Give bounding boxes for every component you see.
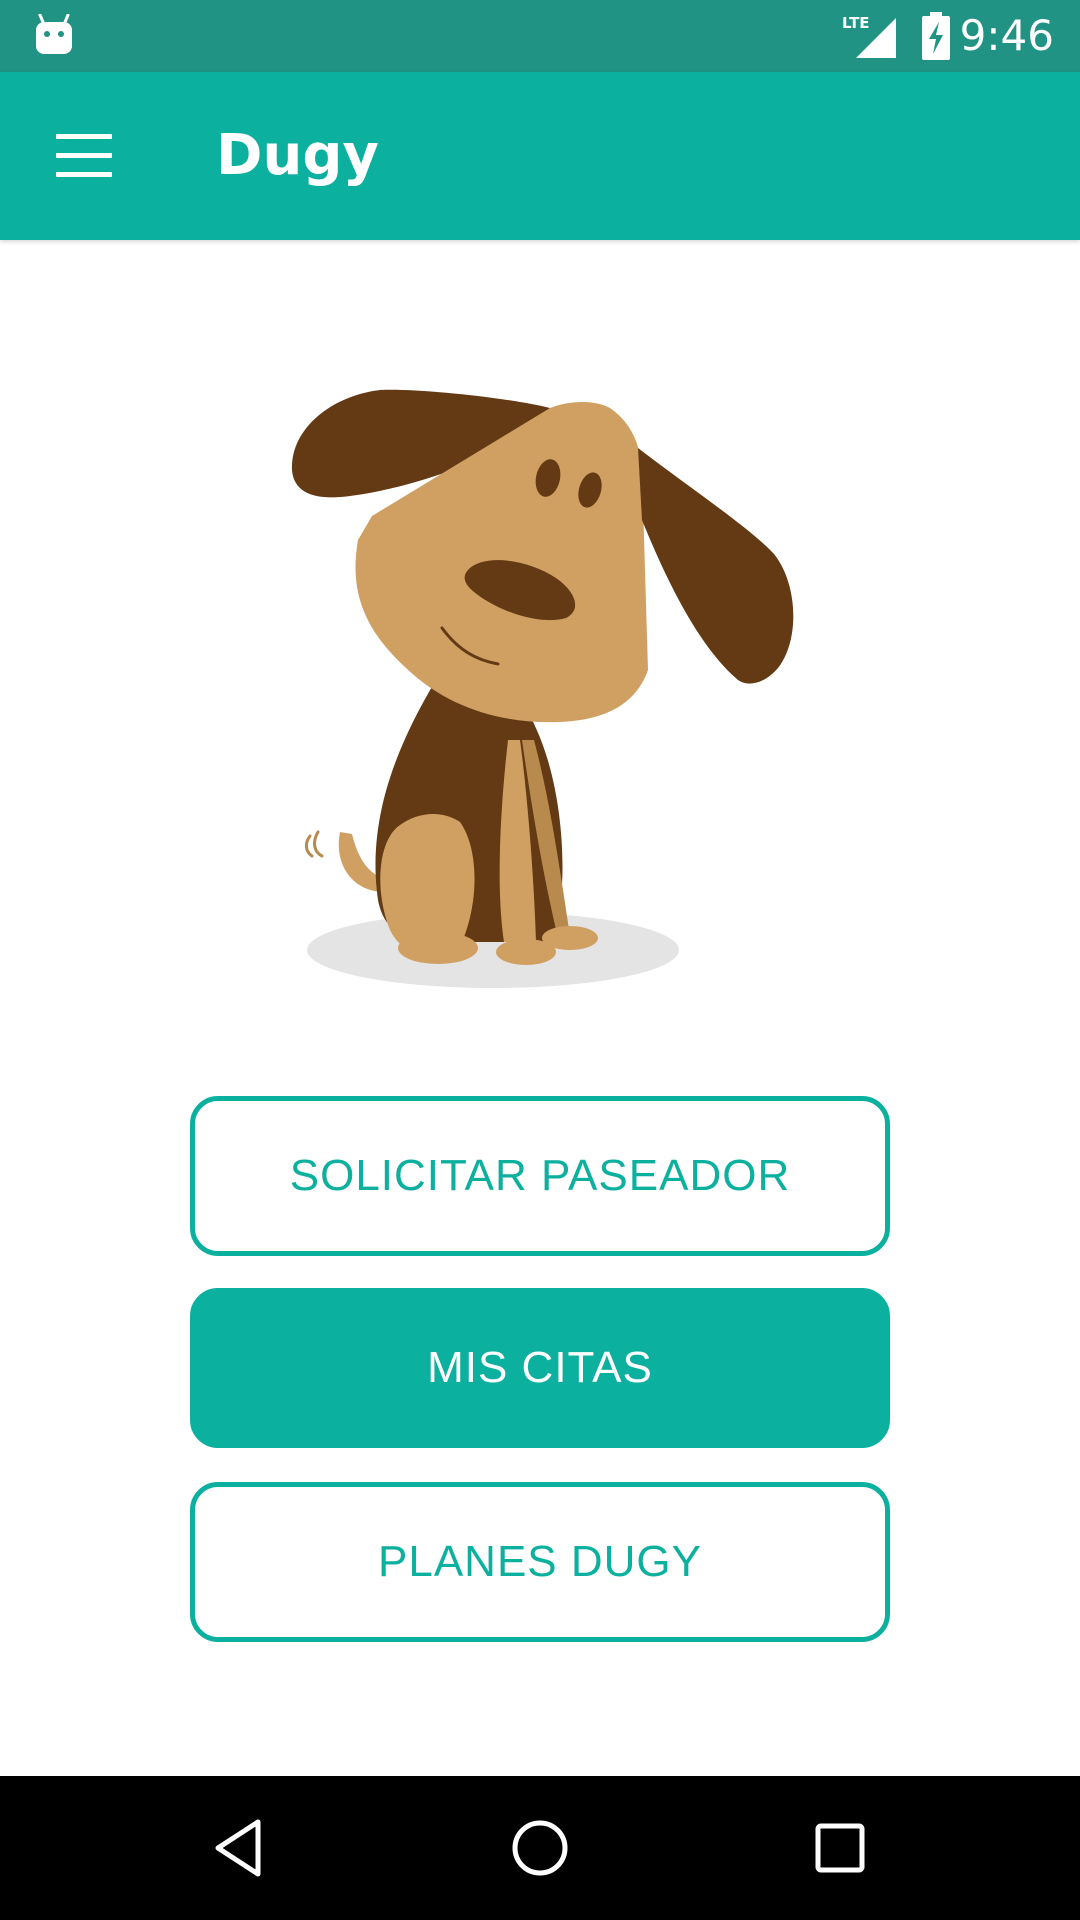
- my-appointments-label: MIS CITAS: [427, 1343, 653, 1392]
- status-bar: LTE 9:46: [0, 0, 1080, 72]
- screen: LTE 9:46 Dugy SOLICITAR PASEADOR MIS CIT…: [0, 0, 1080, 1920]
- home-icon[interactable]: [504, 1812, 576, 1884]
- request-walker-label: SOLICITAR PASEADOR: [289, 1151, 791, 1200]
- app-title: Dugy: [216, 123, 379, 188]
- dugy-plans-button[interactable]: PLANES DUGY: [190, 1482, 890, 1642]
- my-appointments-button[interactable]: MIS CITAS: [190, 1288, 890, 1448]
- android-notification-icon: [36, 14, 72, 54]
- hamburger-menu-icon[interactable]: [56, 134, 112, 178]
- battery-charging-icon: [922, 12, 950, 60]
- dugy-plans-label: PLANES DUGY: [378, 1537, 702, 1586]
- app-bar: Dugy: [0, 72, 1080, 240]
- request-walker-button[interactable]: SOLICITAR PASEADOR: [190, 1096, 890, 1256]
- lte-label: LTE: [842, 14, 870, 32]
- back-icon[interactable]: [204, 1812, 276, 1884]
- lte-signal-icon: LTE: [842, 14, 896, 58]
- navigation-bar: [0, 1776, 1080, 1920]
- recents-icon[interactable]: [804, 1812, 876, 1884]
- status-time: 9:46: [959, 11, 1054, 60]
- dog-illustration-icon: [291, 389, 794, 988]
